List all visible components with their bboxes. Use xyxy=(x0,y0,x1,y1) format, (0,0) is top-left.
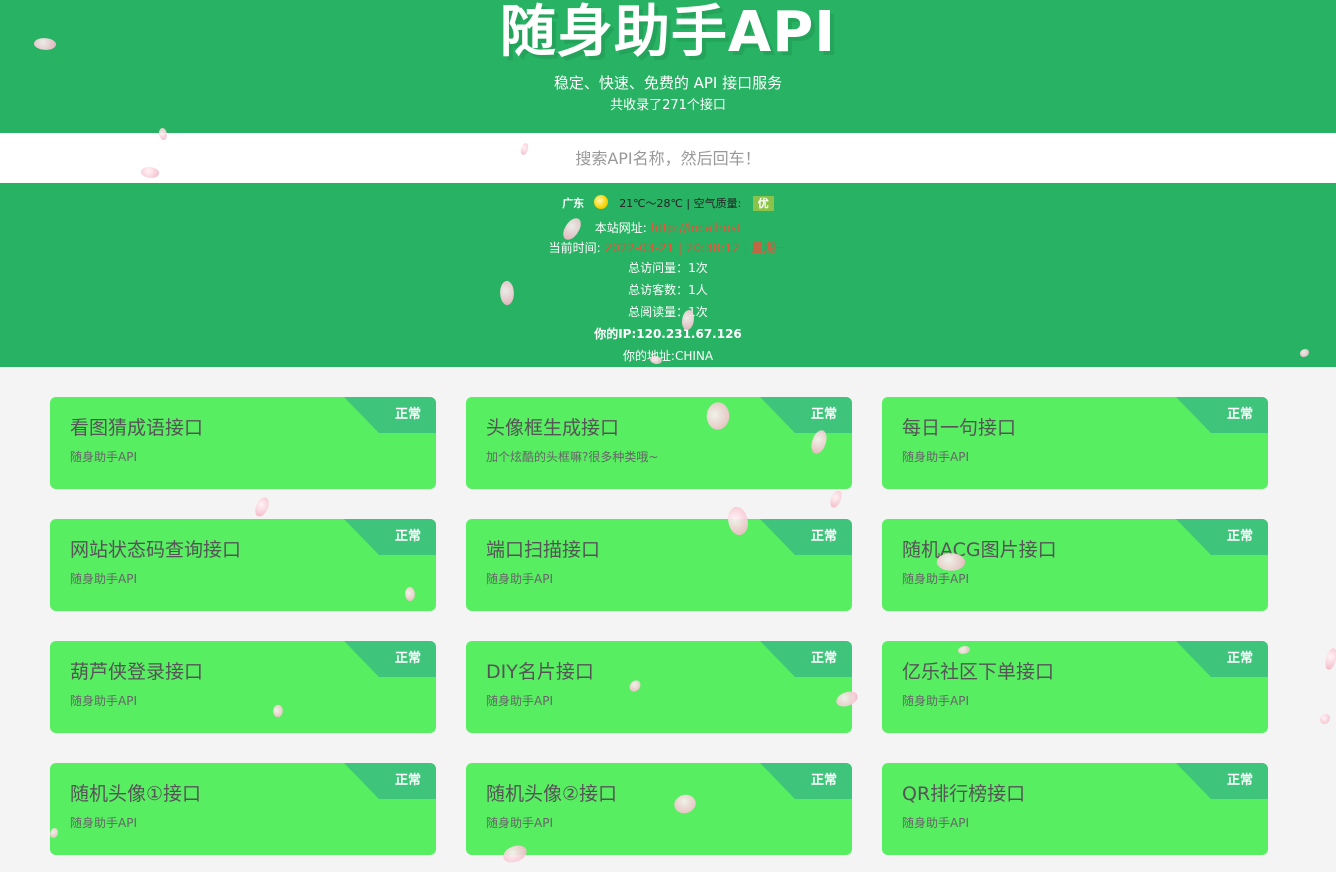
api-card-title: QR排行榜接口 xyxy=(902,783,1026,805)
user-location: 你的地址:CHINA xyxy=(622,349,714,363)
search-input[interactable] xyxy=(0,133,1336,183)
status-badge-bg xyxy=(760,763,852,799)
api-card[interactable]: 正常 随机ACG图片接口 随身助手API xyxy=(882,519,1268,611)
sun-icon xyxy=(593,195,608,209)
weather-city: 广东 xyxy=(562,197,585,210)
site-url-link[interactable]: http://localhost xyxy=(651,221,742,235)
status-badge-bg xyxy=(1176,641,1268,677)
api-card-desc: 随身助手API xyxy=(486,816,553,830)
api-card-desc: 随身助手API xyxy=(902,572,969,586)
search-bar xyxy=(0,133,1336,183)
api-card[interactable]: 正常 看图猜成语接口 随身助手API xyxy=(50,397,436,489)
api-card[interactable]: 正常 头像框生成接口 加个炫酷的头框嘛?很多种类哦~ xyxy=(466,397,852,489)
api-card-title: 葫芦侠登录接口 xyxy=(70,661,204,683)
status-badge: 正常 xyxy=(394,773,421,788)
total-visits: 总访问量：1次 xyxy=(628,261,708,275)
current-time-value: 2022-03-21 | 20:38:12 | 星期一 xyxy=(604,241,788,255)
page-subtitle: 稳定、快速、免费的 API 接口服务 xyxy=(553,74,783,92)
api-card-desc: 随身助手API xyxy=(486,572,553,586)
status-badge-bg xyxy=(344,397,436,433)
air-quality-badge: 优 xyxy=(752,196,774,211)
api-card-title: 随机ACG图片接口 xyxy=(902,539,1057,561)
weather-widget[interactable]: 广东 21℃～28℃ | 空气质量: 优 xyxy=(0,195,1336,213)
status-badge: 正常 xyxy=(810,773,837,788)
api-card-desc: 随身助手API xyxy=(902,816,969,830)
status-badge: 正常 xyxy=(394,651,421,666)
api-card-desc: 随身助手API xyxy=(902,694,969,708)
status-badge-bg xyxy=(1176,763,1268,799)
site-url-label: 本站网址: xyxy=(594,221,647,235)
info-panel: 广东 21℃～28℃ | 空气质量: 优 本站网址: http://localh… xyxy=(0,183,1336,367)
status-badge: 正常 xyxy=(1226,529,1253,544)
api-card-desc: 随身助手API xyxy=(70,694,137,708)
status-badge: 正常 xyxy=(394,407,421,422)
status-badge: 正常 xyxy=(810,651,837,666)
api-card-desc: 随身助手API xyxy=(70,450,137,464)
api-card[interactable]: 正常 端口扫描接口 随身助手API xyxy=(466,519,852,611)
site-url-row: 本站网址: http://localhost xyxy=(0,219,1336,237)
api-card[interactable]: 正常 DIY名片接口 随身助手API xyxy=(466,641,852,733)
api-card-desc: 随身助手API xyxy=(486,694,553,708)
api-card-desc: 随身助手API xyxy=(70,572,137,586)
current-time-row: 当前时间: 2022-03-21 | 20:38:12 | 星期一 xyxy=(0,239,1336,257)
api-card-title: 端口扫描接口 xyxy=(486,539,601,561)
status-badge-bg xyxy=(760,519,852,555)
page-title: 随身助手API xyxy=(499,0,837,65)
status-badge-bg xyxy=(760,641,852,677)
api-card-desc: 随身助手API xyxy=(70,816,137,830)
api-card-title: DIY名片接口 xyxy=(486,661,594,683)
status-badge: 正常 xyxy=(394,529,421,544)
current-time-label: 当前时间: xyxy=(548,241,601,255)
status-badge-bg xyxy=(1176,519,1268,555)
status-badge: 正常 xyxy=(810,529,837,544)
api-card[interactable]: 正常 随机头像②接口 随身助手API xyxy=(466,763,852,855)
status-badge-bg xyxy=(344,641,436,677)
api-card[interactable]: 正常 每日一句接口 随身助手API xyxy=(882,397,1268,489)
api-card-title: 看图猜成语接口 xyxy=(70,417,204,439)
status-badge: 正常 xyxy=(810,407,837,422)
api-card-title: 随机头像①接口 xyxy=(70,783,202,805)
sakura-petal xyxy=(253,495,271,519)
sakura-petal xyxy=(828,489,844,509)
api-card[interactable]: 正常 网站状态码查询接口 随身助手API xyxy=(50,519,436,611)
sakura-petal xyxy=(1324,647,1336,671)
user-ip: 你的IP:120.231.67.126 xyxy=(594,327,742,341)
weather-temp: 21℃～28℃ | 空气质量: xyxy=(619,197,742,210)
api-card-desc: 加个炫酷的头框嘛?很多种类哦~ xyxy=(486,450,659,464)
api-count: 共收录了271个接口 xyxy=(610,98,726,113)
status-badge: 正常 xyxy=(1226,407,1253,422)
status-badge-bg xyxy=(760,397,852,433)
api-card-title: 头像框生成接口 xyxy=(486,417,620,439)
api-card[interactable]: 正常 亿乐社区下单接口 随身助手API xyxy=(882,641,1268,733)
status-badge-bg xyxy=(344,519,436,555)
status-badge: 正常 xyxy=(1226,773,1253,788)
api-card-title: 随机头像②接口 xyxy=(486,783,618,805)
api-card-title: 每日一句接口 xyxy=(902,417,1017,439)
api-card[interactable]: 正常 葫芦侠登录接口 随身助手API xyxy=(50,641,436,733)
total-visitors: 总访客数：1人 xyxy=(628,283,708,297)
api-card-desc: 随身助手API xyxy=(902,450,969,464)
status-badge-bg xyxy=(1176,397,1268,433)
status-badge: 正常 xyxy=(1226,651,1253,666)
api-card-title: 亿乐社区下单接口 xyxy=(902,661,1055,683)
header: 随身助手API 稳定、快速、免费的 API 接口服务 共收录了271个接口 xyxy=(0,0,1336,133)
sakura-petal xyxy=(1320,714,1330,724)
api-card[interactable]: 正常 QR排行榜接口 随身助手API xyxy=(882,763,1268,855)
api-card-title: 网站状态码查询接口 xyxy=(70,539,242,561)
total-reads: 总阅读量：1次 xyxy=(628,305,708,319)
status-badge-bg xyxy=(344,763,436,799)
api-card[interactable]: 正常 随机头像①接口 随身助手API xyxy=(50,763,436,855)
